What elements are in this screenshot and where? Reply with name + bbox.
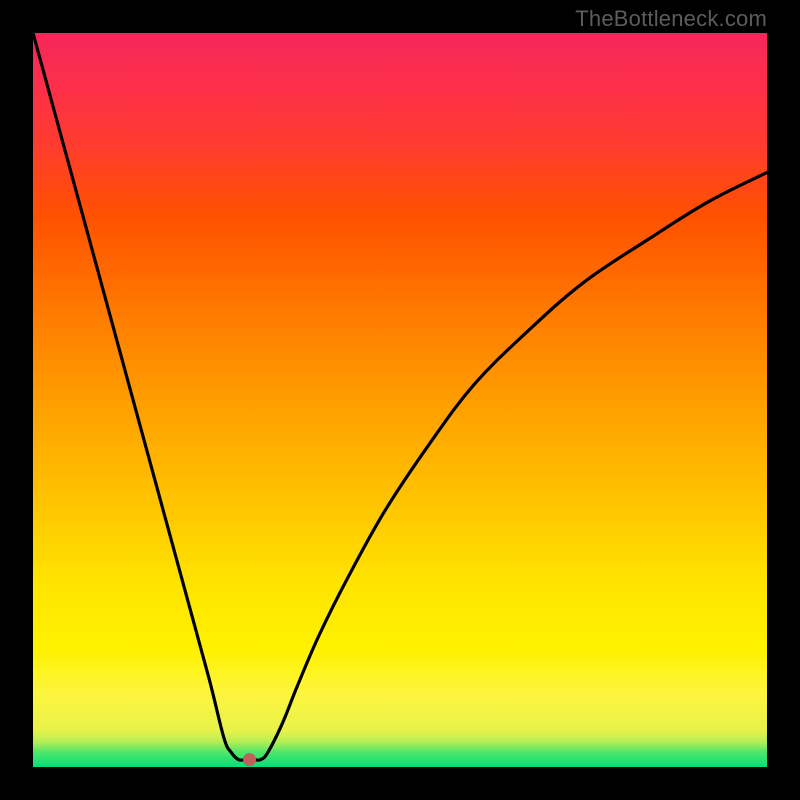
chart-frame: TheBottleneck.com (0, 0, 800, 800)
curve-svg (33, 33, 767, 767)
optimal-point-marker (244, 754, 256, 766)
bottleneck-curve (33, 33, 767, 760)
attribution-text: TheBottleneck.com (575, 6, 767, 32)
plot-area (33, 33, 767, 767)
